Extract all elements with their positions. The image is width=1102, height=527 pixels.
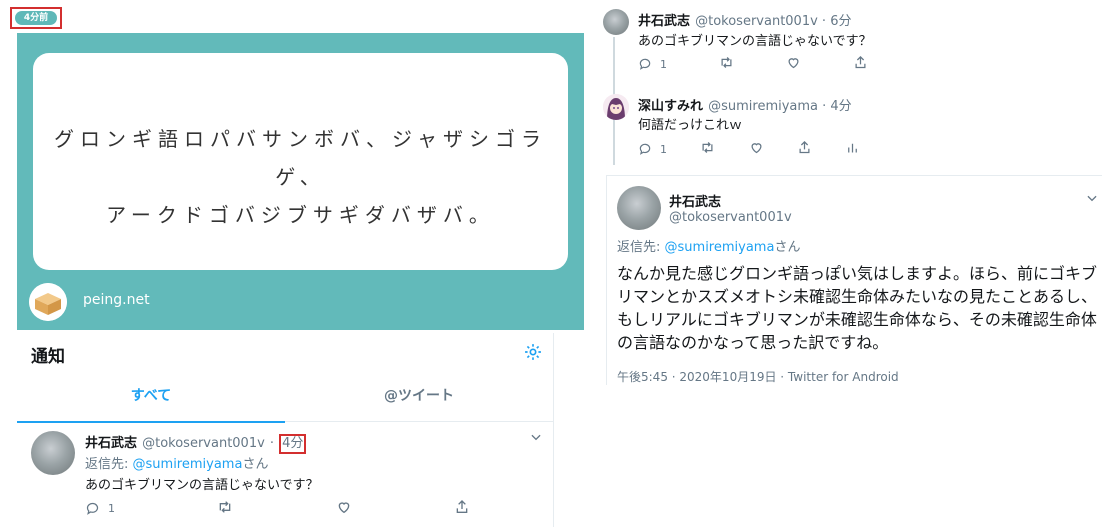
reply-suffix: さん — [242, 457, 269, 472]
share-icon[interactable] — [454, 499, 470, 518]
share-icon[interactable] — [797, 140, 812, 158]
user-handle[interactable]: @sumiremiyama · 4分 — [708, 99, 852, 114]
reply-to: 返信先: @sumiremiyamaさん — [617, 236, 800, 255]
chevron-down-icon[interactable] — [529, 429, 543, 448]
blank-area — [598, 385, 1102, 527]
chevron-down-icon[interactable] — [1085, 190, 1099, 209]
reply-button[interactable]: 1 — [638, 142, 667, 156]
notifications-panel: 通知 すべて @ツイート 井石武志 @tokoservant001v · 4分 … — [17, 333, 554, 527]
tab-mentions[interactable]: @ツイート — [285, 383, 553, 422]
reply-mention[interactable]: @sumiremiyama — [665, 240, 775, 255]
like-icon[interactable] — [336, 499, 352, 518]
avatar[interactable] — [603, 9, 629, 35]
avatar[interactable] — [31, 431, 75, 475]
user-handle[interactable]: @tokoservant001v · 6分 — [695, 14, 851, 29]
page-title: 通知 — [31, 347, 65, 367]
reply-mention[interactable]: @sumiremiyama — [133, 457, 243, 472]
reply-prefix: 返信先: — [617, 240, 665, 255]
tweet-time[interactable]: 4分 — [279, 434, 307, 454]
tweet-actions: 1 — [85, 499, 470, 518]
reply-button[interactable]: 1 — [85, 501, 115, 516]
question-line: アークドゴバジブサギダバザバ。 — [106, 203, 495, 227]
retweet-icon[interactable] — [700, 140, 715, 158]
like-icon[interactable] — [786, 55, 801, 73]
tweet-text: なんか見た感じグロンギ語っぽい気はしますよ。ほら、前にゴキブリマンとかスズメオト… — [617, 264, 1098, 352]
reply-count: 1 — [660, 142, 667, 156]
tweet-text: あのゴキブリマンの言語じゃないです？ — [85, 478, 319, 493]
user-handle[interactable]: @tokoservant001v — [142, 436, 265, 451]
site-label: peing.net — [83, 292, 150, 308]
box-logo-icon — [29, 283, 67, 321]
user-handle[interactable]: @tokoservant001v — [669, 210, 792, 225]
tweet-header: 井石武志 @tokoservant001v · 4分 — [85, 432, 307, 454]
user-name[interactable]: 井石武志 — [669, 191, 721, 210]
avatar[interactable] — [617, 186, 661, 230]
like-icon[interactable] — [749, 140, 764, 158]
tweet-actions: 1 — [638, 55, 868, 73]
reply-icon — [86, 502, 99, 515]
user-name[interactable]: 深山すみれ — [638, 99, 703, 114]
tweet-header: 井石武志 @tokoservant001v · 6分 — [638, 10, 851, 29]
reply-button[interactable]: 1 — [638, 57, 667, 71]
tweet-text: あのゴキブリマンの言語じゃないです？ — [638, 34, 872, 49]
reply-prefix: 返信先: — [85, 457, 133, 472]
tab-all[interactable]: すべて — [17, 383, 285, 423]
gear-icon[interactable] — [523, 342, 543, 366]
reply-to: 返信先: @sumiremiyamaさん — [85, 453, 268, 472]
user-name[interactable]: 井石武志 — [85, 436, 137, 451]
retweet-icon[interactable] — [217, 499, 233, 518]
question-line: グロンギ語ロパバサンボバ、ジャザシゴラゲ、 — [54, 127, 547, 189]
question-text: グロンギ語ロパバサンボバ、ジャザシゴラゲ、 アークドゴバジブサギダバザバ。 — [33, 120, 568, 234]
tweet-header: 深山すみれ @sumiremiyama · 4分 — [638, 95, 852, 114]
separator-dot: · — [269, 436, 275, 451]
reply-icon — [639, 143, 651, 155]
share-icon[interactable] — [853, 55, 868, 73]
user-name[interactable]: 井石武志 — [638, 14, 690, 29]
analytics-icon[interactable] — [845, 140, 860, 158]
time-badge: 4分前 — [15, 11, 57, 25]
reply-icon — [639, 58, 651, 70]
reply-count: 1 — [660, 57, 667, 71]
retweet-icon[interactable] — [719, 55, 734, 73]
reply-suffix: さん — [774, 240, 801, 255]
tweet-text: 何語だっけこれｗ — [638, 118, 743, 133]
tweet-actions: 1 — [638, 140, 860, 158]
reply-count: 1 — [108, 502, 115, 515]
tweet-meta[interactable]: 午後5:45 · 2020年10月19日 · Twitter for Andro… — [617, 368, 899, 385]
peing-card: 4分前 グロンギ語ロパバサンボバ、ジャザシゴラゲ、 アークドゴバジブサギダバザバ… — [0, 0, 600, 335]
focused-tweet: 井石武志 @tokoservant001v 返信先: @sumiremiyama… — [606, 175, 1102, 386]
avatar[interactable] — [603, 94, 629, 120]
